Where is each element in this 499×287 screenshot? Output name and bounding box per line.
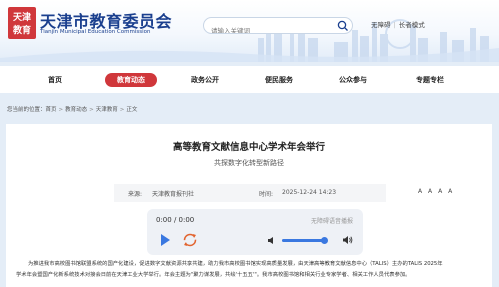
breadcrumb: 您当前的位置：首页 > 教育动态 > 天津教育 > 正文 xyxy=(7,105,137,113)
main-nav: 首页 教育动态 政务公开 便民服务 公众参与 专题专栏 xyxy=(0,66,499,93)
breadcrumb-education-news[interactable]: 教育动态 xyxy=(65,107,87,113)
svg-text:教育: 教育 xyxy=(12,24,31,36)
loop-icon[interactable] xyxy=(182,232,198,248)
time-label: 时间: xyxy=(259,191,274,198)
top-links: 无障碍 | 长者模式 xyxy=(371,19,425,29)
volume-high-icon[interactable] xyxy=(342,235,353,245)
font-size-tools: A A A A xyxy=(418,188,456,195)
breadcrumb-arrow: > xyxy=(58,107,64,113)
font-size-button[interactable]: A xyxy=(428,188,432,195)
article-meta: 来源: 天津教育报刊社 时间: 2025-12-24 14:23 xyxy=(114,184,386,202)
accessibility-link[interactable]: 无障碍 xyxy=(371,21,391,29)
site-header: 天津 教育 天津市教育委员会 Tianjin Municipal Educati… xyxy=(0,0,499,62)
breadcrumb-arrow: > xyxy=(89,107,94,113)
publish-time: 2025-12-24 14:23 xyxy=(282,189,337,196)
audio-time: 0:00 / 0:00 xyxy=(156,216,195,224)
volume-low-icon[interactable] xyxy=(267,236,276,245)
play-icon[interactable] xyxy=(157,232,173,248)
article-paragraph: 为推进我市高校图书馆联盟系统的国产化建设，促进数字文献资源共享共建，助力我市高校… xyxy=(28,261,443,267)
audio-note: 无障碍语音播报 xyxy=(310,218,353,225)
font-size-button[interactable]: A xyxy=(448,188,452,195)
svg-text:天津: 天津 xyxy=(13,11,31,23)
elder-mode-link[interactable]: 长者模式 xyxy=(399,21,425,29)
source-label: 来源: xyxy=(128,191,143,198)
search-box[interactable] xyxy=(203,17,353,34)
breadcrumb-current: 正文 xyxy=(126,107,138,113)
volume-slider-knob[interactable] xyxy=(320,237,328,244)
site-title-english: Tianjin Municipal Education Commission xyxy=(40,29,151,35)
breadcrumb-tianjin-education[interactable]: 天津教育 xyxy=(96,107,118,113)
font-size-button[interactable]: A xyxy=(418,188,422,195)
font-size-button[interactable]: A xyxy=(438,188,442,195)
source-value: 天津教育报刊社 xyxy=(152,191,195,198)
breadcrumb-arrow: > xyxy=(119,107,125,113)
breadcrumb-prefix: 您当前的位置： xyxy=(7,107,46,113)
nav-item-public-participation[interactable]: 公众参与 xyxy=(323,73,383,87)
article-body: 为推进我市高校图书馆联盟系统的国产化建设，促进数字文献资源共享共建，助力我市高校… xyxy=(16,259,486,281)
search-icon[interactable] xyxy=(336,19,350,32)
tianjin-education-logo[interactable]: 天津 教育 xyxy=(8,7,36,39)
breadcrumb-home[interactable]: 首页 xyxy=(46,107,57,113)
article-container: 高等教育文献信息中心学术年会举行 共探数字化转型新路径 来源: 天津教育报刊社 … xyxy=(6,124,492,287)
article-paragraph: 学术年会暨国产化新系统技术对接会日前在天津工业大学举行。年会主题为"聚力谋发展，… xyxy=(16,272,411,278)
article-title: 高等教育文献信息中心学术年会举行 xyxy=(172,142,325,153)
nav-item-home[interactable]: 首页 xyxy=(25,73,85,87)
nav-item-government-affairs[interactable]: 政务公开 xyxy=(175,73,235,87)
nav-item-special-topics[interactable]: 专题专栏 xyxy=(400,73,460,87)
search-input[interactable] xyxy=(204,23,332,33)
nav-item-public-services[interactable]: 便民服务 xyxy=(249,73,309,87)
volume-slider[interactable] xyxy=(282,237,328,244)
article-subtitle: 共探数字化转型新路径 xyxy=(214,159,284,167)
nav-item-education-news[interactable]: 教育动态 xyxy=(105,73,157,87)
volume-slider-fill xyxy=(282,239,325,242)
audio-player: 0:00 / 0:00 无障碍语音播报 xyxy=(147,209,363,255)
link-divider: | xyxy=(393,21,396,29)
